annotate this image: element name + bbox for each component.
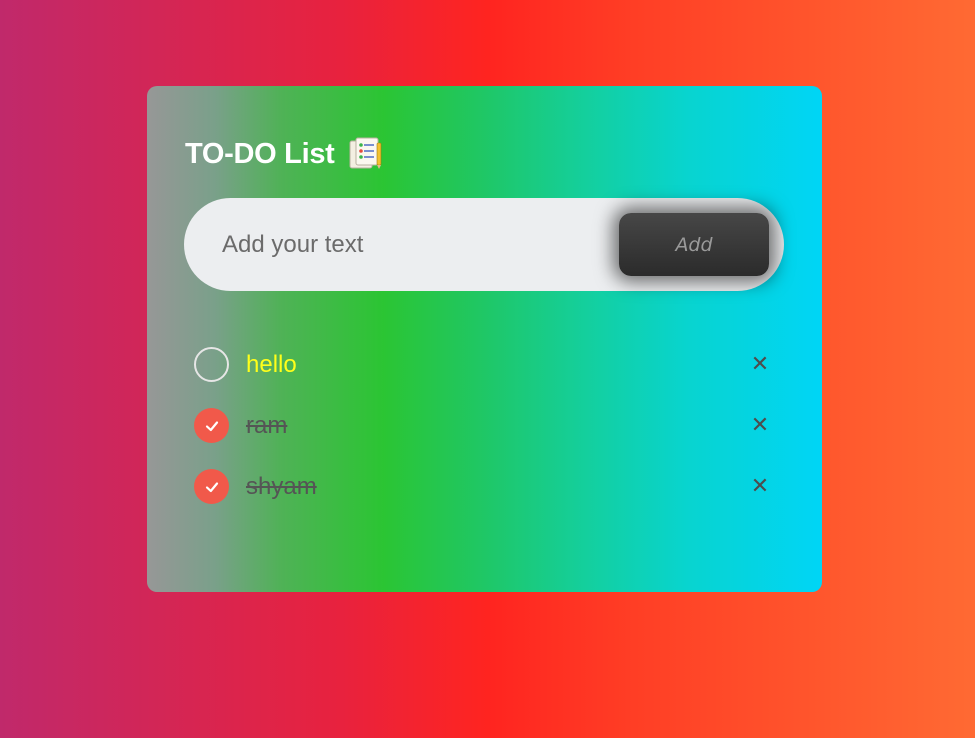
- close-icon[interactable]: ✕: [746, 473, 774, 501]
- add-button[interactable]: Add: [619, 213, 769, 276]
- app-title-text: TO-DO List: [185, 137, 335, 170]
- close-icon[interactable]: ✕: [746, 351, 774, 379]
- todo-item-text: hello: [246, 351, 297, 378]
- close-icon[interactable]: ✕: [746, 412, 774, 440]
- todo-item: hello ✕: [194, 334, 774, 395]
- clipboard-notes-icon: [347, 137, 383, 171]
- todo-text-input[interactable]: [222, 198, 602, 291]
- todo-item: shyam ✕: [194, 456, 774, 517]
- todo-list: hello ✕ ram ✕ shyam ✕: [194, 334, 774, 517]
- checkmark-icon[interactable]: [194, 408, 229, 443]
- todo-card: TO-DO List Add hello ✕: [147, 86, 822, 592]
- todo-item: ram ✕: [194, 395, 774, 456]
- checkmark-icon[interactable]: [194, 469, 229, 504]
- todo-item-text: ram: [246, 412, 288, 439]
- add-todo-row: Add: [184, 198, 784, 291]
- app-title: TO-DO List: [185, 136, 383, 172]
- unchecked-circle-icon[interactable]: [194, 347, 229, 382]
- todo-item-text: shyam: [246, 473, 317, 500]
